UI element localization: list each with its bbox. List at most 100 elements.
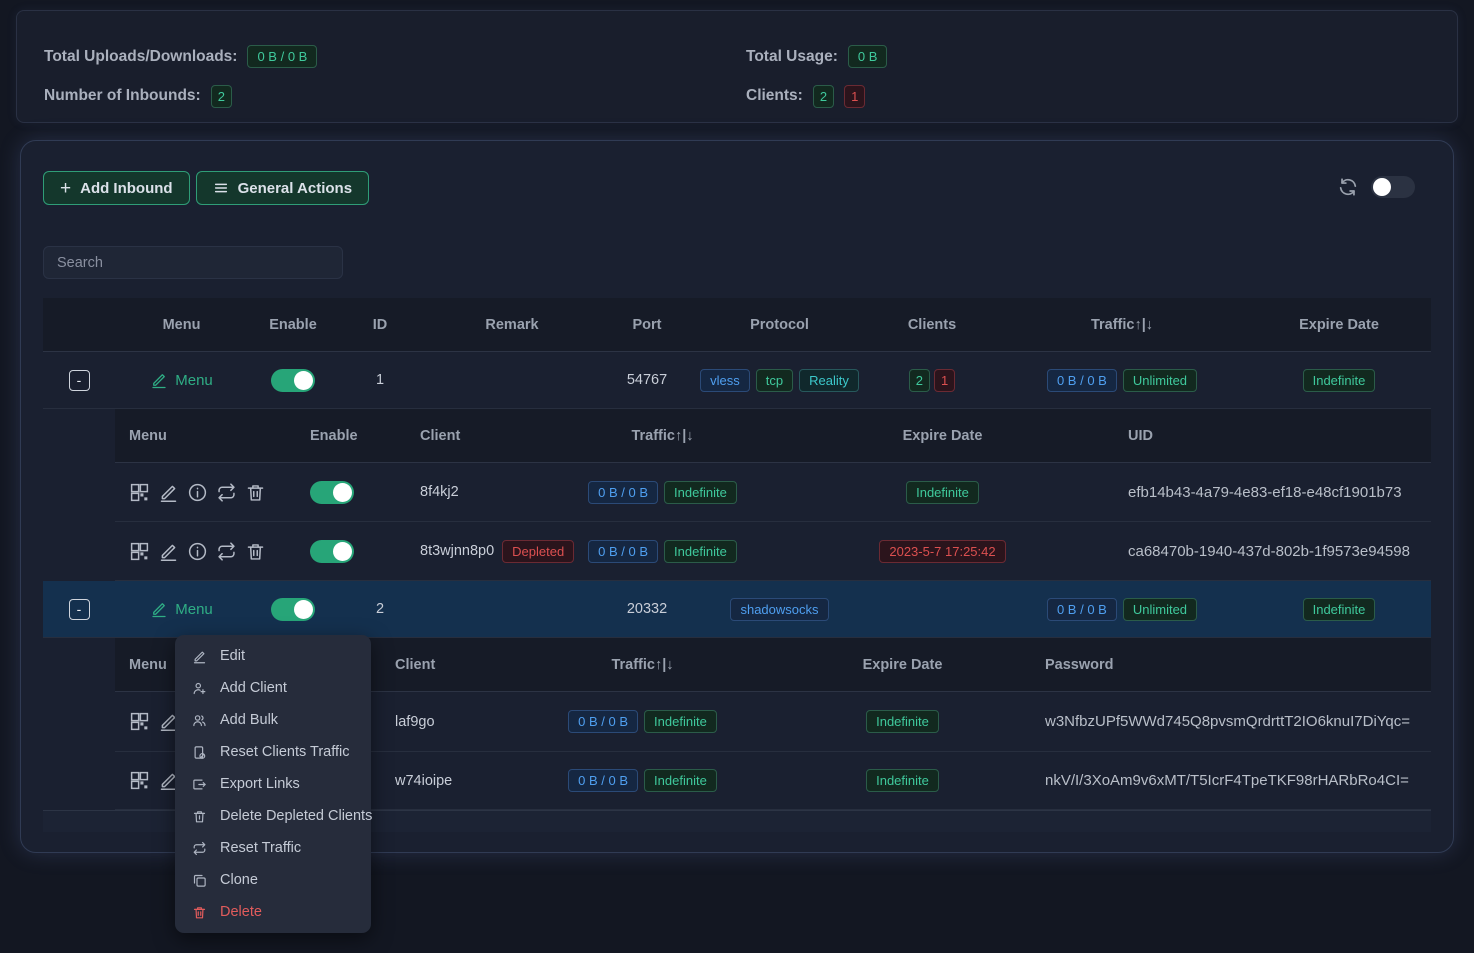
search-input[interactable] bbox=[43, 246, 343, 279]
total-usage-label: Total Usage: bbox=[746, 48, 838, 66]
client-expire-tag: Indefinite bbox=[866, 710, 939, 733]
qr-code-icon[interactable] bbox=[129, 482, 150, 503]
dark-mode-toggle[interactable] bbox=[1371, 176, 1415, 198]
inbound-1-clients-depleted-badge: 1 bbox=[934, 369, 955, 392]
delete-client-icon[interactable] bbox=[245, 541, 266, 562]
client-traffic-tag: 0 B / 0 B bbox=[588, 540, 658, 563]
add-inbound-label: Add Inbound bbox=[80, 180, 172, 197]
plus-icon: + bbox=[60, 179, 71, 198]
menu-item-label: Clone bbox=[220, 872, 258, 888]
menu-item-reset-clients-traffic[interactable]: Reset Clients Traffic bbox=[175, 736, 371, 768]
general-actions-button[interactable]: General Actions bbox=[196, 171, 369, 205]
col-header-menu: Menu bbox=[115, 428, 290, 444]
toolbar: + Add Inbound General Actions bbox=[43, 171, 1431, 205]
qr-code-icon[interactable] bbox=[129, 541, 150, 562]
inbound-row-1[interactable]: - Menu 1 54767 vless tcp Reality bbox=[43, 352, 1431, 409]
col-header-uid: UID bbox=[1095, 428, 1431, 444]
menu-item-label: Edit bbox=[220, 648, 245, 664]
inbound-row-2[interactable]: - Menu 2 20332 shadowsocks bbox=[43, 581, 1431, 638]
people-icon bbox=[192, 713, 207, 728]
col-header-traffic-sort[interactable]: Traffic↑|↓ bbox=[525, 657, 760, 673]
delete-client-icon[interactable] bbox=[245, 482, 266, 503]
client-name: 8t3wjnn8p0 bbox=[420, 543, 494, 559]
menu-item-label: Delete Depleted Clients bbox=[220, 808, 372, 824]
col-header-enable: Enable bbox=[248, 317, 338, 333]
toolbar-right bbox=[1337, 176, 1415, 198]
qr-code-icon[interactable] bbox=[129, 711, 150, 732]
menu-item-delete[interactable]: Delete bbox=[175, 896, 371, 928]
stat-total-usage: Total Usage: 0 B bbox=[746, 43, 1437, 70]
number-of-inbounds-label: Number of Inbounds: bbox=[44, 87, 201, 105]
client-enable-toggle[interactable] bbox=[310, 481, 354, 504]
repeat-icon bbox=[192, 841, 207, 856]
client-traffic-tag: 0 B / 0 B bbox=[568, 710, 638, 733]
col-header-id: ID bbox=[338, 317, 422, 333]
client-password: w3NfbzUPf5WWd745Q8pvsmQrdrttT2IO6knuI7Di… bbox=[1045, 713, 1431, 730]
info-icon[interactable] bbox=[187, 541, 208, 562]
menu-item-label: Reset Traffic bbox=[220, 840, 301, 856]
col-header-protocol: Protocol bbox=[692, 317, 867, 333]
client-row-8f4kj2[interactable]: 8f4kj2 0 B / 0 B Indefinite Indefinite e… bbox=[115, 463, 1431, 522]
inbound-1-clients-total-badge: 2 bbox=[909, 369, 930, 392]
toggle-knob bbox=[294, 600, 313, 619]
inbound-1-expire-tag: Indefinite bbox=[1303, 369, 1376, 392]
client-name: w74ioipe bbox=[365, 773, 525, 789]
menu-item-delete-depleted-clients[interactable]: Delete Depleted Clients bbox=[175, 800, 371, 832]
menu-item-label: Add Client bbox=[220, 680, 287, 696]
menu-item-add-bulk[interactable]: Add Bulk bbox=[175, 704, 371, 736]
stat-uploads-downloads: Total Uploads/Downloads: 0 B / 0 B bbox=[44, 43, 746, 70]
client-uid: efb14b43-4a79-4e83-ef18-e48cf1901b73 bbox=[1095, 484, 1431, 501]
hamburger-icon bbox=[213, 180, 229, 196]
client-uid: ca68470b-1940-437d-802b-1f9573e94598 bbox=[1095, 543, 1431, 560]
menu-item-export-links[interactable]: Export Links bbox=[175, 768, 371, 800]
inbound-1-traffic-limit-tag: Unlimited bbox=[1123, 369, 1197, 392]
add-inbound-button[interactable]: + Add Inbound bbox=[43, 171, 190, 205]
inbound-table-header: Menu Enable ID Remark Port Protocol Clie… bbox=[43, 298, 1431, 352]
inbound-2-menu-button[interactable]: Menu bbox=[150, 600, 213, 618]
reset-client-traffic-icon[interactable] bbox=[216, 482, 237, 503]
edit-client-icon[interactable] bbox=[158, 482, 179, 503]
inbound-2-port: 20332 bbox=[602, 601, 692, 617]
person-plus-icon bbox=[192, 681, 207, 696]
info-icon[interactable] bbox=[187, 482, 208, 503]
client-traffic-tag: 0 B / 0 B bbox=[588, 481, 658, 504]
menu-item-edit[interactable]: Edit bbox=[175, 640, 371, 672]
client-expire-tag: Indefinite bbox=[906, 481, 979, 504]
edit-client-icon[interactable] bbox=[158, 541, 179, 562]
inbound-1-traffic-tag: 0 B / 0 B bbox=[1047, 369, 1117, 392]
inbound-1-clients-table: Menu Enable Client Traffic↑|↓ Expire Dat… bbox=[115, 409, 1431, 581]
inbound-1-enable-toggle[interactable] bbox=[271, 369, 315, 392]
clients-total-badge: 2 bbox=[813, 85, 834, 108]
edit-pencil-icon bbox=[150, 371, 168, 389]
menu-item-add-client[interactable]: Add Client bbox=[175, 672, 371, 704]
client-enable-toggle[interactable] bbox=[310, 540, 354, 563]
collapse-row-2-button[interactable]: - bbox=[69, 599, 90, 620]
clone-icon bbox=[192, 873, 207, 888]
general-actions-label: General Actions bbox=[238, 180, 352, 197]
menu-item-label: Reset Clients Traffic bbox=[220, 744, 349, 760]
client-traffic-limit-tag: Indefinite bbox=[664, 540, 737, 563]
xui-panel-page: Total Uploads/Downloads: 0 B / 0 B Total… bbox=[0, 10, 1474, 953]
menu-item-reset-traffic[interactable]: Reset Traffic bbox=[175, 832, 371, 864]
protocol-tag: vless bbox=[700, 369, 750, 392]
collapse-row-1-button[interactable]: - bbox=[69, 370, 90, 391]
client-expire-tag: 2023-5-7 17:25:42 bbox=[879, 540, 1005, 563]
qr-code-icon[interactable] bbox=[129, 770, 150, 791]
inbound-1-menu-label: Menu bbox=[175, 372, 213, 389]
number-of-inbounds-value: 2 bbox=[211, 85, 232, 108]
menu-item-label: Export Links bbox=[220, 776, 300, 792]
reset-client-traffic-icon[interactable] bbox=[216, 541, 237, 562]
inbound-2-enable-toggle[interactable] bbox=[271, 598, 315, 621]
total-uploads-downloads-label: Total Uploads/Downloads: bbox=[44, 48, 237, 66]
total-uploads-downloads-value: 0 B / 0 B bbox=[247, 45, 317, 68]
refresh-icon[interactable] bbox=[1337, 176, 1359, 198]
inbound-1-menu-button[interactable]: Menu bbox=[150, 371, 213, 389]
client-row-8t3wjnn8p0[interactable]: 8t3wjnn8p0 Depleted 0 B / 0 B Indefinite… bbox=[115, 522, 1431, 581]
col-header-traffic-sort[interactable]: Traffic↑|↓ bbox=[535, 428, 790, 444]
col-header-traffic-sort[interactable]: Traffic↑|↓ bbox=[997, 317, 1247, 333]
col-header-expire-date: Expire Date bbox=[1247, 317, 1431, 333]
clients-depleted-badge: 1 bbox=[844, 85, 865, 108]
menu-item-clone[interactable]: Clone bbox=[175, 864, 371, 896]
export-icon bbox=[192, 777, 207, 792]
client-action-icons bbox=[129, 482, 266, 503]
